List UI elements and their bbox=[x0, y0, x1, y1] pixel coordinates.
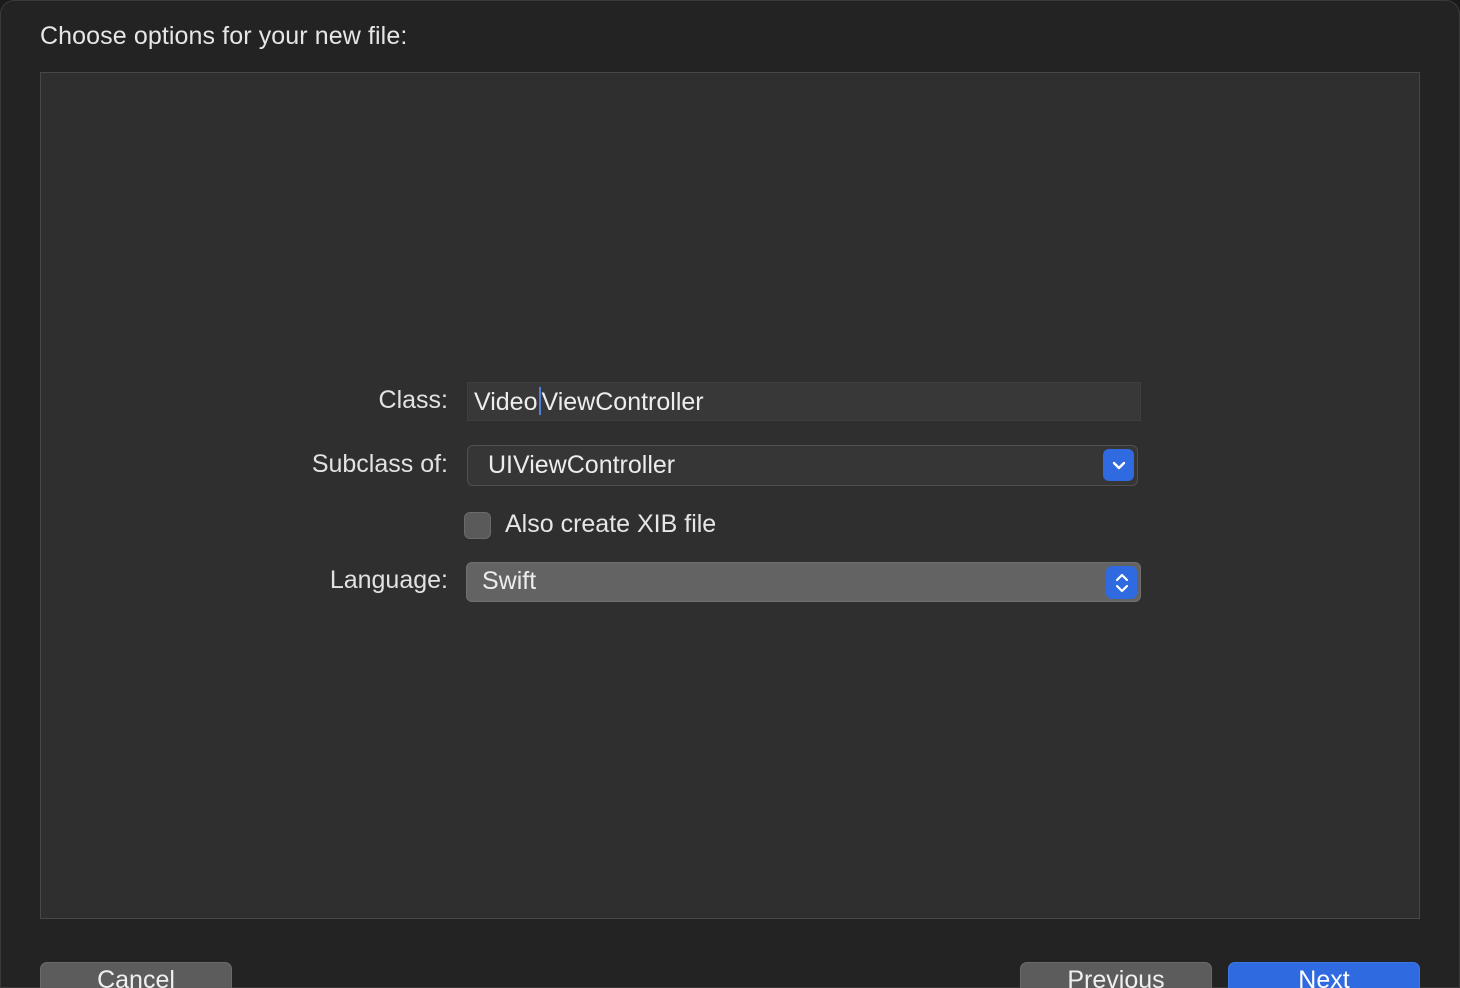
xib-checkbox-label[interactable]: Also create XIB file bbox=[505, 510, 716, 539]
text-caret bbox=[538, 387, 541, 415]
new-file-options-dialog: Choose options for your new file: Class:… bbox=[0, 0, 1460, 988]
class-name-text-after-caret: ViewController bbox=[541, 388, 704, 416]
chevron-down-icon bbox=[1103, 449, 1134, 481]
up-down-chevron-icon bbox=[1106, 566, 1137, 599]
class-label: Class: bbox=[378, 386, 448, 414]
language-label: Language: bbox=[329, 566, 448, 594]
next-button[interactable]: Next bbox=[1228, 962, 1420, 988]
subclass-popup-button[interactable]: UIViewController bbox=[467, 445, 1138, 486]
language-popup-button[interactable]: Swift bbox=[466, 562, 1141, 602]
previous-button[interactable]: Previous bbox=[1020, 962, 1212, 988]
dialog-heading: Choose options for your new file: bbox=[40, 22, 408, 50]
xib-checkbox[interactable] bbox=[464, 512, 491, 539]
language-popup-value: Swift bbox=[482, 567, 537, 595]
subclass-popup-value: UIViewController bbox=[488, 451, 676, 479]
cancel-button[interactable]: Cancel bbox=[40, 962, 232, 988]
class-name-field[interactable]: Video ViewController bbox=[467, 382, 1141, 421]
options-panel bbox=[40, 72, 1420, 919]
subclass-label: Subclass of: bbox=[311, 450, 448, 478]
class-name-text-before-caret: Video bbox=[474, 388, 538, 416]
